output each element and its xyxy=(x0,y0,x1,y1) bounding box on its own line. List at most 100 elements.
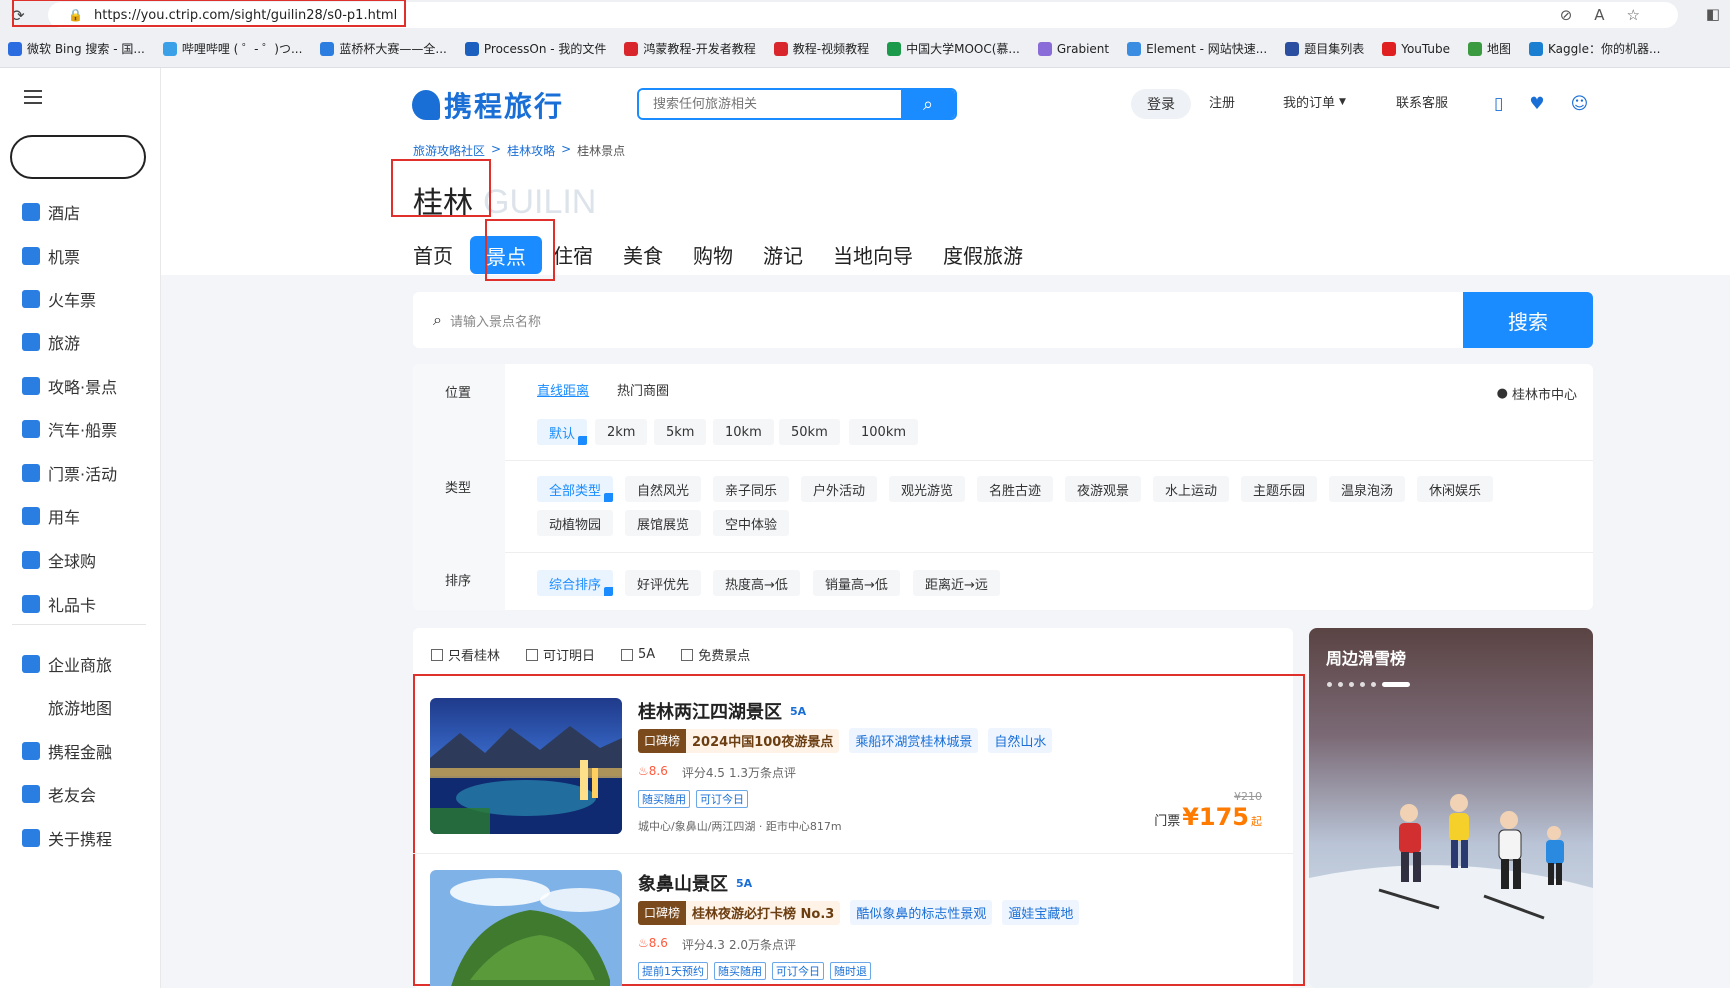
scenic-search-input[interactable]: ⌕ 请输入景点名称 xyxy=(413,292,1463,348)
bookmark-item[interactable]: 微软 Bing 搜索 - 国... xyxy=(8,40,145,57)
distance-chip[interactable]: 5km xyxy=(654,419,707,445)
type-chip[interactable]: 名胜古迹 xyxy=(977,476,1054,502)
sidebar-item-travel[interactable]: 旅游 xyxy=(22,330,80,354)
type-chip[interactable]: 空中体验 xyxy=(713,510,790,536)
bookmark-item[interactable]: 地图 xyxy=(1468,40,1511,57)
heart-icon[interactable]: ♥ xyxy=(1529,94,1544,114)
type-chip[interactable]: 亲子同乐 xyxy=(713,476,790,502)
mobile-icon[interactable]: ▯ xyxy=(1494,94,1503,114)
checkbox-box[interactable] xyxy=(431,648,443,661)
bookmark-item[interactable]: 蓝桥杯大赛——全... xyxy=(320,40,447,57)
user-icon[interactable]: ☺ xyxy=(1571,94,1589,114)
location-subtab[interactable]: 热门商圈 xyxy=(617,380,669,399)
type-chip[interactable]: 夜游观景 xyxy=(1065,476,1142,502)
distance-chip[interactable]: 10km xyxy=(713,419,774,445)
type-chip[interactable]: 观光游览 xyxy=(889,476,966,502)
checkbox-box[interactable] xyxy=(621,648,634,661)
bookmark-item[interactable]: 中国大学MOOC(慕... xyxy=(887,40,1020,57)
city-center-location[interactable]: ● 桂林市中心 xyxy=(1497,384,1577,403)
sidebar-item-finance[interactable]: 携程金融 xyxy=(22,739,112,763)
sidebar-item-guide[interactable]: 攻略·景点 xyxy=(22,374,117,398)
type-chip[interactable]: 户外活动 xyxy=(801,476,878,502)
customer-service-link[interactable]: 联系客服 xyxy=(1396,92,1448,111)
sidebar-item-hotel[interactable]: 酒店 xyxy=(22,200,80,224)
type-chip[interactable]: 全部类型 xyxy=(537,476,614,502)
bookmark-item[interactable]: 哔哩哔哩 ( ゜- ゜)つ... xyxy=(162,40,302,57)
tab-3[interactable]: 美食 xyxy=(623,240,663,269)
sort-chip[interactable]: 热度高→低 xyxy=(713,570,800,596)
sidebar-item-flight[interactable]: 机票 xyxy=(22,244,80,268)
bookmark-item[interactable]: Element - 网站快速... xyxy=(1127,40,1267,57)
sidebar-item-gift-card[interactable]: 礼品卡 xyxy=(22,592,96,616)
distance-chip[interactable]: 2km xyxy=(595,419,648,445)
tab-4[interactable]: 购物 xyxy=(693,240,733,269)
search-icon[interactable]: ⌕ xyxy=(901,90,955,118)
sidebar-item-car[interactable]: 用车 xyxy=(22,504,80,528)
sort-chip[interactable]: 销量高→低 xyxy=(813,570,900,596)
favorite-star-icon[interactable]: ☆ xyxy=(1627,6,1640,24)
type-chip[interactable]: 水上运动 xyxy=(1153,476,1230,502)
sidebar-item-map[interactable]: 旅游地图 xyxy=(22,695,112,719)
ski-ranking-promo[interactable]: 周边滑雪榜 xyxy=(1309,628,1593,988)
bookmark-item[interactable]: Kaggle：你的机器... xyxy=(1529,40,1660,57)
read-aloud-icon[interactable]: A xyxy=(1594,6,1604,24)
sort-chip[interactable]: 好评优先 xyxy=(625,570,702,596)
type-chip[interactable]: 动植物园 xyxy=(537,510,614,536)
sort-chip[interactable]: 综合排序 xyxy=(537,570,614,596)
breadcrumb-link[interactable]: 桂林攻略 xyxy=(507,142,555,159)
filter-checkbox[interactable]: 只看桂林 xyxy=(431,645,500,664)
sidebar-item-global-shop[interactable]: 全球购 xyxy=(22,548,96,572)
tab-2[interactable]: 住宿 xyxy=(553,240,593,269)
distance-chip[interactable]: 50km xyxy=(779,419,840,445)
sidebar-item-bus-ship[interactable]: 汽车·船票 xyxy=(22,417,117,441)
rank-badge[interactable]: 口碑榜 桂林夜游必打卡榜 No.3 xyxy=(638,900,841,925)
sidebar-item-about[interactable]: 关于携程 xyxy=(22,826,112,850)
scenic-search-button[interactable]: 搜索 xyxy=(1463,292,1593,348)
type-chip[interactable]: 自然风光 xyxy=(625,476,702,502)
tab-6[interactable]: 当地向导 xyxy=(833,240,913,269)
filter-checkbox[interactable]: 免费景点 xyxy=(681,645,750,664)
rank-badge[interactable]: 口碑榜 2024中国100夜游景点 xyxy=(638,728,840,753)
scenic-item[interactable]: 象鼻山景区 5A 口碑榜 桂林夜游必打卡榜 No.3 酷似象鼻的标志性景观 遛娃宝藏… xyxy=(430,870,1280,986)
sort-chip[interactable]: 距离近→远 xyxy=(913,570,1000,596)
bookmark-item[interactable]: 鸿蒙教程-开发者教程 xyxy=(624,40,756,57)
type-chip[interactable]: 主题乐园 xyxy=(1241,476,1318,502)
filter-checkbox[interactable]: 5A xyxy=(621,645,655,664)
scenic-thumbnail[interactable] xyxy=(430,698,622,834)
checkbox-box[interactable] xyxy=(681,648,694,661)
sidebar-item-train[interactable]: 火车票 xyxy=(22,287,96,311)
bookmark-item[interactable]: Grabient xyxy=(1037,41,1109,56)
bookmark-item[interactable]: ProcessOn - 我的文件 xyxy=(464,40,606,57)
my-orders-dropdown[interactable]: 我的订单 ▼ xyxy=(1283,92,1346,111)
type-chip[interactable]: 展馆展览 xyxy=(625,510,702,536)
bookmark-item[interactable]: YouTube xyxy=(1382,41,1450,56)
tab-5[interactable]: 游记 xyxy=(763,240,803,269)
breadcrumb-link[interactable]: 旅游攻略社区 xyxy=(413,142,485,159)
bookmark-item[interactable]: 题目集列表 xyxy=(1285,40,1364,57)
extensions-icon[interactable]: ◧ xyxy=(1706,5,1720,23)
tab-7[interactable]: 度假旅游 xyxy=(943,240,1023,269)
scenic-item[interactable]: 桂林两江四湖景区 5A 口碑榜 2024中国100夜游景点 乘船环湖赏桂林城景 自然… xyxy=(430,698,1280,838)
scenic-thumbnail[interactable] xyxy=(430,870,622,986)
type-chip[interactable]: 休闲娱乐 xyxy=(1417,476,1494,502)
scenic-name[interactable]: 桂林两江四湖景区 xyxy=(638,698,782,724)
city-center-label: 桂林市中心 xyxy=(1511,388,1577,403)
distance-chip[interactable]: 默认 xyxy=(537,419,588,445)
location-subtab[interactable]: 直线距离 xyxy=(537,380,589,399)
checkbox-box[interactable] xyxy=(526,648,539,661)
bookmark-item[interactable]: 教程-视频教程 xyxy=(773,40,869,57)
login-button[interactable]: 登录 xyxy=(1131,89,1191,119)
ctrip-logo[interactable]: 携程旅行 xyxy=(412,85,564,125)
type-chip[interactable]: 温泉泡汤 xyxy=(1329,476,1406,502)
filter-checkbox[interactable]: 可订明日 xyxy=(526,645,595,664)
register-link[interactable]: 注册 xyxy=(1209,92,1235,111)
distance-chip[interactable]: 100km xyxy=(849,419,919,445)
tracking-icon[interactable]: ⊘ xyxy=(1560,6,1573,24)
hamburger-menu-icon[interactable] xyxy=(24,90,42,108)
sidebar-item-tickets[interactable]: 门票·活动 xyxy=(22,461,117,485)
global-search-input[interactable] xyxy=(639,90,901,118)
sidebar-item-club[interactable]: 老友会 xyxy=(22,782,96,806)
tab-0[interactable]: 首页 xyxy=(413,240,453,269)
scenic-name[interactable]: 象鼻山景区 xyxy=(638,870,728,896)
sidebar-item-business[interactable]: 企业商旅 xyxy=(22,652,112,676)
